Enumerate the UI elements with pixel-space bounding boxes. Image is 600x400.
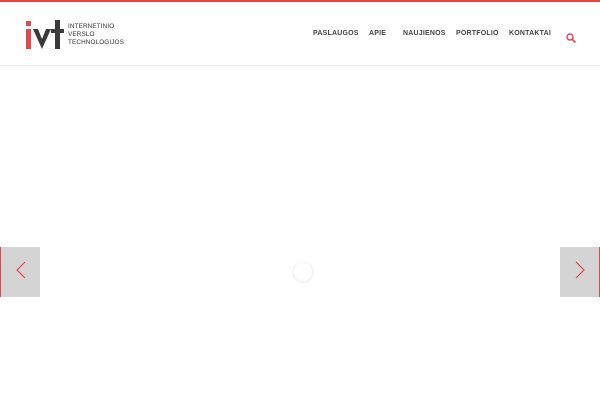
nav-item-paslaugos[interactable]: PASLAUGOS [313,30,359,37]
hero-slider [0,67,600,400]
logo-line: VERSLO [68,31,95,38]
logo-line: INTERNETINIO [68,23,115,30]
logo[interactable]: INTERNETINIO VERSLO TECHNOLOGIJOS [26,19,124,51]
logo-text: INTERNETINIO VERSLO TECHNOLOGIJOS [68,23,124,47]
logo-mark [26,19,66,51]
logo-line: TECHNOLOGIJOS [68,39,124,46]
nav-item-naujienos[interactable]: NAUJIENOS [403,30,446,37]
nav-item-kontaktai[interactable]: KONTAKTAI [509,30,551,37]
slider-prev-button[interactable] [0,247,40,297]
chevron-right-icon [574,261,586,284]
search-icon[interactable] [566,30,576,43]
nav-item-portfolio[interactable]: PORTFOLIO [456,30,499,37]
loading-spinner [292,261,314,283]
chevron-left-icon [15,261,27,284]
site-header: INTERNETINIO VERSLO TECHNOLOGIJOS PASLAU… [0,2,600,66]
nav-item-apie[interactable]: APIE [369,30,386,37]
slider-next-button[interactable] [560,247,600,297]
